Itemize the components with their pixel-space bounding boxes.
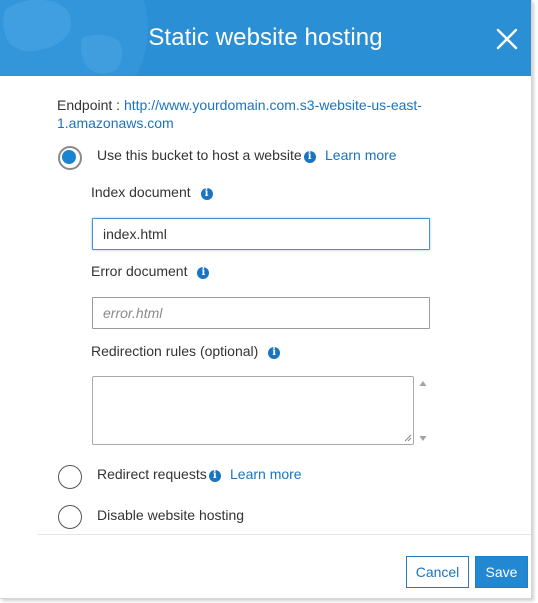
redirect-learn-more-link[interactable]: Learn more [230,466,302,482]
index-document-label: Index document [91,184,191,200]
host-website-radio[interactable] [58,146,82,170]
scroll-down-arrow-icon [419,436,427,441]
dialog-title: Static website hosting [148,24,383,51]
error-document-label: Error document [91,263,188,279]
info-icon[interactable]: i [197,267,210,279]
host-learn-more-link[interactable]: Learn more [325,147,397,163]
index-document-field-label: Index document i [91,184,213,200]
index-document-input[interactable] [92,218,430,250]
redirect-requests-label: Redirect requests [97,466,207,482]
info-icon[interactable]: i [303,151,316,163]
endpoint-url-line2: 1.amazonaws.com [57,115,174,131]
error-document-input[interactable] [92,297,430,329]
endpoint-label: Endpoint : [57,97,121,113]
endpoint-info: Endpoint : http://www.yourdomain.com.s3-… [57,96,437,132]
host-website-label: Use this bucket to host a website [97,147,302,163]
cancel-button[interactable]: Cancel [406,556,469,588]
redirection-rules-textarea[interactable] [92,376,414,445]
disable-hosting-label: Disable website hosting [97,507,245,523]
footer-divider [38,534,531,535]
save-button[interactable]: Save [475,556,528,588]
redirect-requests-option: Redirect requests i [97,466,221,482]
info-icon[interactable]: i [200,188,213,200]
redirection-rules-field [92,376,430,445]
info-icon[interactable]: i [268,347,281,359]
host-website-option: Use this bucket to host a website i [97,147,316,163]
endpoint-url-line1: http://www.yourdomain.com.s3-website-us-… [123,97,422,113]
dialog-header: Static website hosting [0,0,531,76]
static-website-hosting-dialog: Static website hosting Endpoint : http:/… [0,0,532,599]
scroll-up-arrow-icon [419,381,427,386]
close-icon[interactable] [494,26,520,52]
error-document-field-label: Error document i [91,263,210,279]
textarea-scrollbar[interactable] [416,376,430,445]
resize-grip-icon[interactable] [404,434,412,442]
disable-hosting-radio[interactable] [58,505,82,529]
redirect-requests-radio[interactable] [58,465,82,489]
redirection-rules-field-label: Redirection rules (optional) i [91,343,281,359]
redirection-rules-label: Redirection rules (optional) [91,343,259,359]
info-icon[interactable]: i [208,470,221,482]
